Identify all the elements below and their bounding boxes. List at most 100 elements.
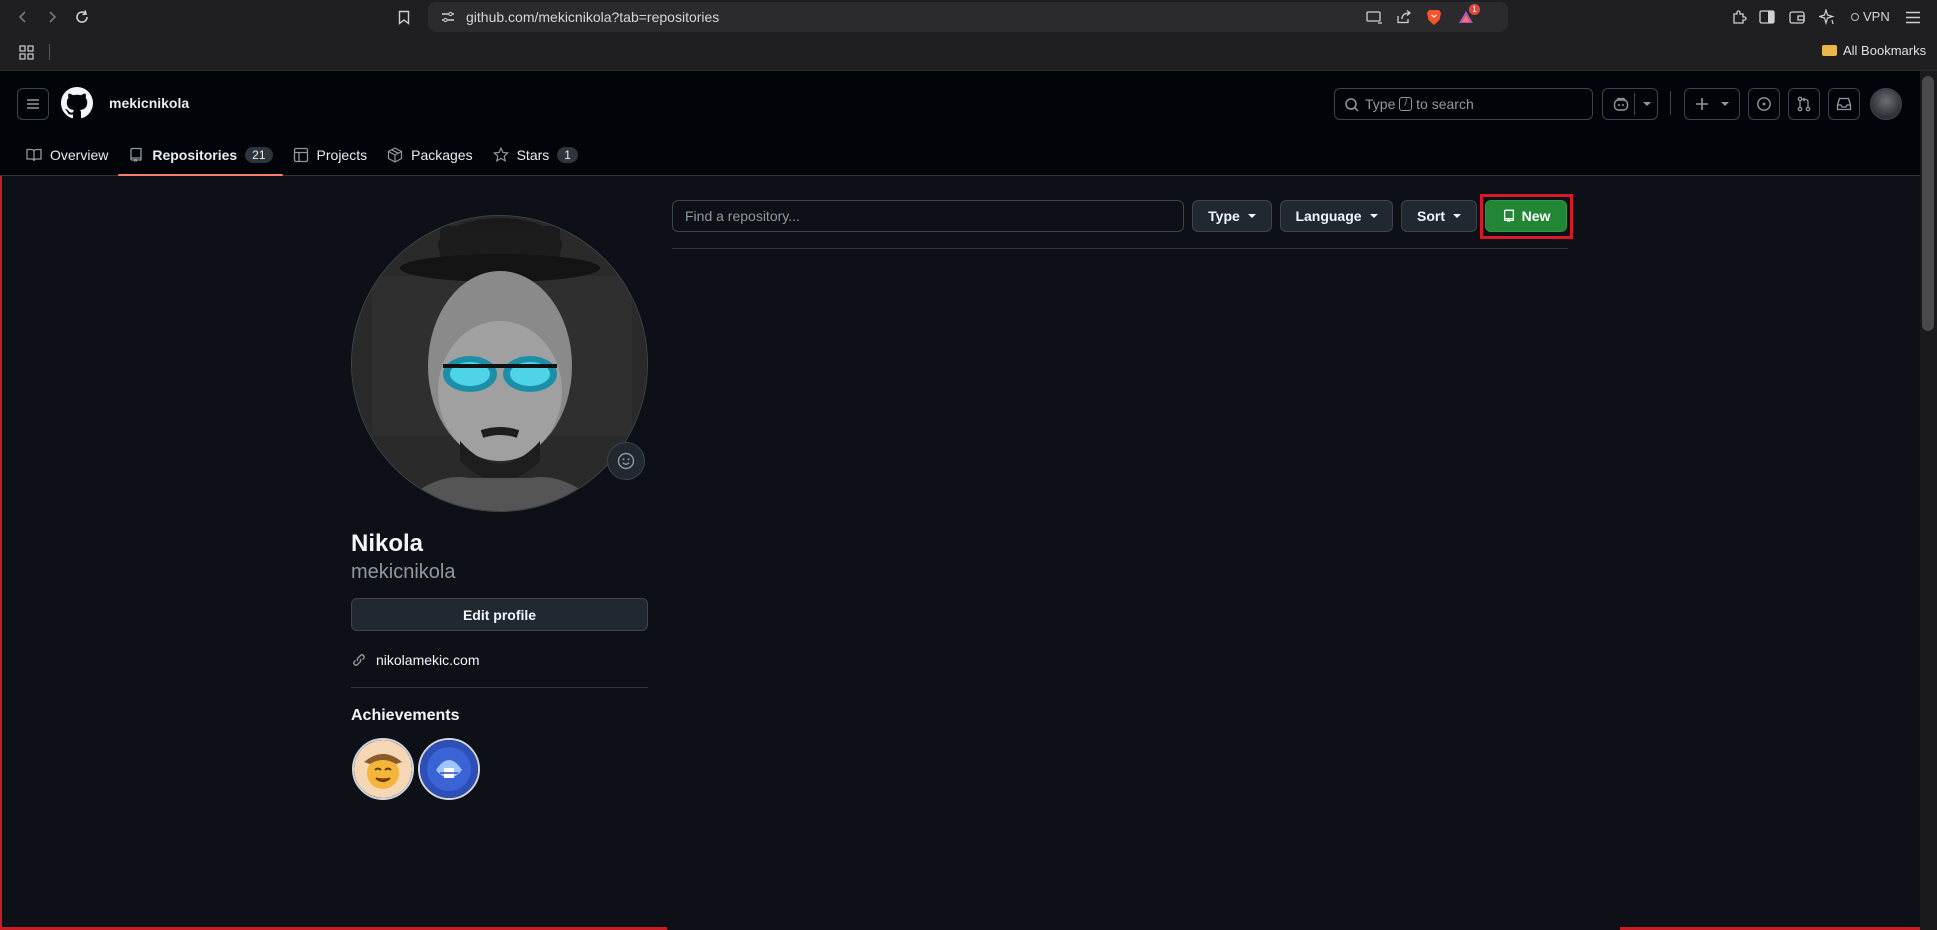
star-icon bbox=[492, 147, 509, 162]
search-icon bbox=[1345, 98, 1359, 112]
profile-login: mekicnikola bbox=[351, 561, 456, 583]
bookmarks-divider bbox=[49, 44, 50, 60]
tab-repositories-label: Repositories bbox=[152, 147, 238, 163]
menu-icon bbox=[27, 99, 39, 109]
find-repository-input[interactable] bbox=[672, 200, 1184, 232]
profile-name: Nikola bbox=[351, 530, 424, 557]
url-text[interactable]: github.com/mekicnikola?tab=repositories bbox=[466, 9, 719, 25]
search-suffix: to search bbox=[1416, 96, 1474, 112]
stars-count: 1 bbox=[557, 147, 578, 163]
sort-button[interactable]: Sort bbox=[1401, 200, 1477, 232]
tab-overview-label: Overview bbox=[50, 147, 109, 163]
tab-stars-label: Stars bbox=[516, 147, 550, 163]
vpn-status-icon bbox=[1851, 12, 1859, 21]
folder-icon bbox=[1822, 45, 1837, 56]
global-search-input[interactable]: Type / to search bbox=[1334, 88, 1593, 120]
reload-icon[interactable] bbox=[70, 5, 94, 29]
type-filter-label: Type bbox=[1208, 208, 1240, 224]
brave-rewards-icon[interactable]: 1 bbox=[1454, 4, 1480, 29]
issues-button[interactable] bbox=[1748, 88, 1780, 120]
tab-projects-label: Projects bbox=[316, 147, 368, 163]
achievements-heading: Achievements bbox=[351, 707, 460, 724]
chevron-down-icon bbox=[1369, 214, 1378, 218]
bookmarks-bar: All Bookmarks bbox=[0, 34, 1937, 71]
link-icon bbox=[353, 654, 365, 666]
book-icon bbox=[26, 148, 42, 162]
chevron-down-icon[interactable] bbox=[1643, 102, 1651, 106]
copilot-separator bbox=[1634, 93, 1635, 115]
tab-repositories[interactable]: Repositories 21 bbox=[118, 135, 283, 176]
all-bookmarks-button[interactable]: All Bookmarks bbox=[1822, 43, 1926, 58]
user-avatar[interactable] bbox=[1870, 88, 1902, 120]
copilot-button[interactable] bbox=[1602, 88, 1658, 120]
tab-stars[interactable]: Stars 1 bbox=[483, 135, 588, 175]
profile-website[interactable]: nikolamekic.com bbox=[351, 652, 479, 668]
leo-ai-icon[interactable] bbox=[1815, 5, 1839, 29]
achievement-shark-icon bbox=[420, 740, 478, 798]
back-icon[interactable] bbox=[11, 5, 35, 29]
apps-grid-icon[interactable] bbox=[14, 40, 38, 64]
tab-packages[interactable]: Packages bbox=[377, 135, 482, 175]
browser-toolbar: github.com/mekicnikola?tab=repositories … bbox=[0, 0, 1937, 34]
forward-icon[interactable] bbox=[40, 5, 64, 29]
repo-list-divider bbox=[672, 248, 1568, 249]
search-prefix: Type bbox=[1365, 96, 1396, 112]
chevron-down-icon bbox=[1721, 102, 1729, 106]
bookmark-icon[interactable] bbox=[392, 5, 416, 29]
scrollbar-thumb[interactable] bbox=[1922, 76, 1934, 331]
tab-overview[interactable]: Overview bbox=[16, 135, 118, 175]
profile-divider bbox=[351, 687, 648, 688]
red-frame-edge bbox=[0, 176, 2, 930]
repo-icon bbox=[130, 147, 143, 162]
profile-tabs: Overview Repositories 21 Projects Packag… bbox=[16, 135, 588, 176]
github-logo-icon[interactable] bbox=[61, 87, 93, 119]
brave-shield-icon[interactable] bbox=[1422, 5, 1446, 29]
search-shortcut-key: / bbox=[1399, 97, 1413, 111]
plus-icon bbox=[1696, 98, 1708, 110]
main-content bbox=[0, 176, 1920, 930]
issue-icon bbox=[1757, 97, 1771, 111]
github-header: mekicnikola Type / to search Overview Re… bbox=[0, 71, 1937, 176]
header-username[interactable]: mekicnikola bbox=[109, 95, 189, 111]
share-icon[interactable] bbox=[1392, 5, 1416, 29]
all-bookmarks-label: All Bookmarks bbox=[1843, 43, 1927, 58]
language-filter-label: Language bbox=[1295, 208, 1362, 224]
rewards-badge: 1 bbox=[1469, 4, 1480, 15]
header-divider bbox=[1670, 91, 1671, 115]
table-icon bbox=[293, 147, 308, 163]
repositories-count: 21 bbox=[245, 147, 273, 163]
website-link[interactable]: nikolamekic.com bbox=[376, 652, 479, 668]
profile-avatar[interactable] bbox=[351, 215, 648, 512]
tab-projects[interactable]: Projects bbox=[283, 135, 378, 175]
tab-packages-label: Packages bbox=[411, 147, 473, 163]
sort-label: Sort bbox=[1417, 208, 1445, 224]
address-bar[interactable]: github.com/mekicnikola?tab=repositories … bbox=[428, 2, 1508, 32]
vpn-label: VPN bbox=[1863, 9, 1890, 24]
create-new-button[interactable] bbox=[1684, 88, 1740, 120]
profile-avatar-image bbox=[352, 216, 647, 511]
sidebar-icon[interactable] bbox=[1755, 5, 1779, 29]
copilot-icon bbox=[1613, 97, 1629, 111]
pull-request-icon bbox=[1797, 96, 1811, 112]
cast-icon[interactable] bbox=[1362, 5, 1386, 29]
inbox-button[interactable] bbox=[1828, 88, 1860, 120]
browser-menu-icon[interactable] bbox=[1901, 5, 1925, 29]
set-status-button[interactable] bbox=[607, 442, 645, 480]
hamburger-menu-button[interactable] bbox=[17, 88, 49, 120]
wallet-icon[interactable] bbox=[1785, 5, 1809, 29]
chevron-down-icon bbox=[1247, 214, 1256, 218]
site-settings-icon[interactable] bbox=[436, 5, 460, 29]
type-filter-button[interactable]: Type bbox=[1192, 200, 1272, 232]
edit-profile-button[interactable]: Edit profile bbox=[351, 598, 648, 631]
extensions-icon[interactable] bbox=[1727, 5, 1751, 29]
vpn-button[interactable]: VPN bbox=[1851, 9, 1890, 24]
smiley-icon bbox=[617, 452, 635, 470]
achievement-yolo-icon bbox=[354, 740, 412, 798]
achievement-badge-yolo[interactable] bbox=[352, 738, 414, 800]
new-button-highlight bbox=[1480, 194, 1573, 239]
inbox-icon bbox=[1836, 97, 1852, 111]
chevron-down-icon bbox=[1453, 214, 1461, 218]
pull-requests-button[interactable] bbox=[1788, 88, 1820, 120]
language-filter-button[interactable]: Language bbox=[1280, 200, 1393, 232]
achievement-badge-shark[interactable] bbox=[418, 738, 480, 800]
